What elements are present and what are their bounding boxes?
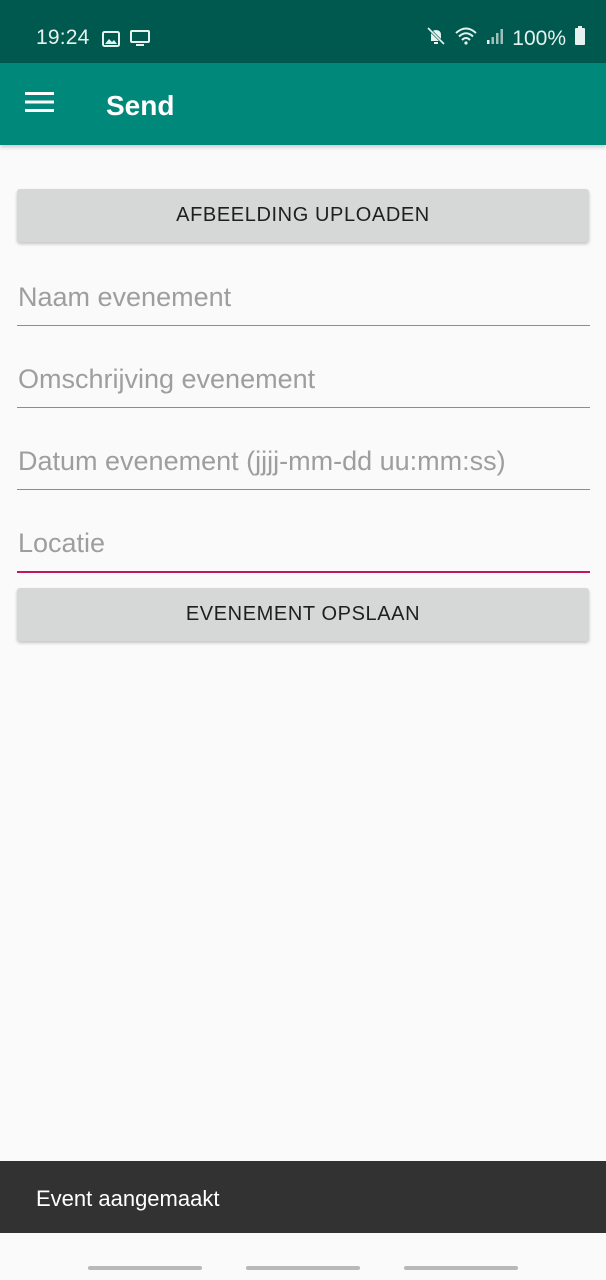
hamburger-menu-icon[interactable] (25, 91, 55, 118)
battery-text: 100% (512, 27, 566, 50)
page-title: Send (106, 90, 175, 121)
nav-back-handle[interactable] (404, 1266, 518, 1270)
image-icon (102, 30, 120, 52)
status-bar: 19:24 100% (0, 0, 606, 63)
status-time: 19:24 (36, 26, 90, 49)
wifi-icon (454, 26, 478, 52)
nav-home-handle[interactable] (246, 1266, 360, 1270)
event-date-field[interactable] (17, 437, 590, 497)
event-description-field[interactable] (17, 355, 590, 415)
upload-image-button[interactable]: AFBEELDING UPLOADEN (17, 189, 589, 242)
battery-icon (574, 26, 586, 52)
system-nav-bar (0, 1233, 606, 1280)
nav-recents-handle[interactable] (88, 1266, 202, 1270)
event-name-field[interactable] (17, 273, 590, 333)
mute-icon (426, 26, 446, 52)
event-description-input[interactable] (17, 355, 590, 408)
save-event-button[interactable]: EVENEMENT OPSLAAN (17, 588, 589, 641)
event-name-input[interactable] (17, 273, 590, 326)
status-left-icons (102, 30, 150, 52)
snackbar: Event aangemaakt (0, 1161, 606, 1233)
menu-button[interactable] (18, 82, 62, 126)
cast-screen-icon (130, 30, 150, 52)
event-location-field[interactable] (17, 519, 590, 579)
snackbar-message: Event aangemaakt (36, 1186, 220, 1211)
signal-icon (486, 27, 504, 51)
app-bar: Send (0, 63, 606, 145)
status-right: 100% (426, 26, 586, 52)
event-location-input[interactable] (17, 519, 590, 573)
event-date-input[interactable] (17, 437, 590, 490)
